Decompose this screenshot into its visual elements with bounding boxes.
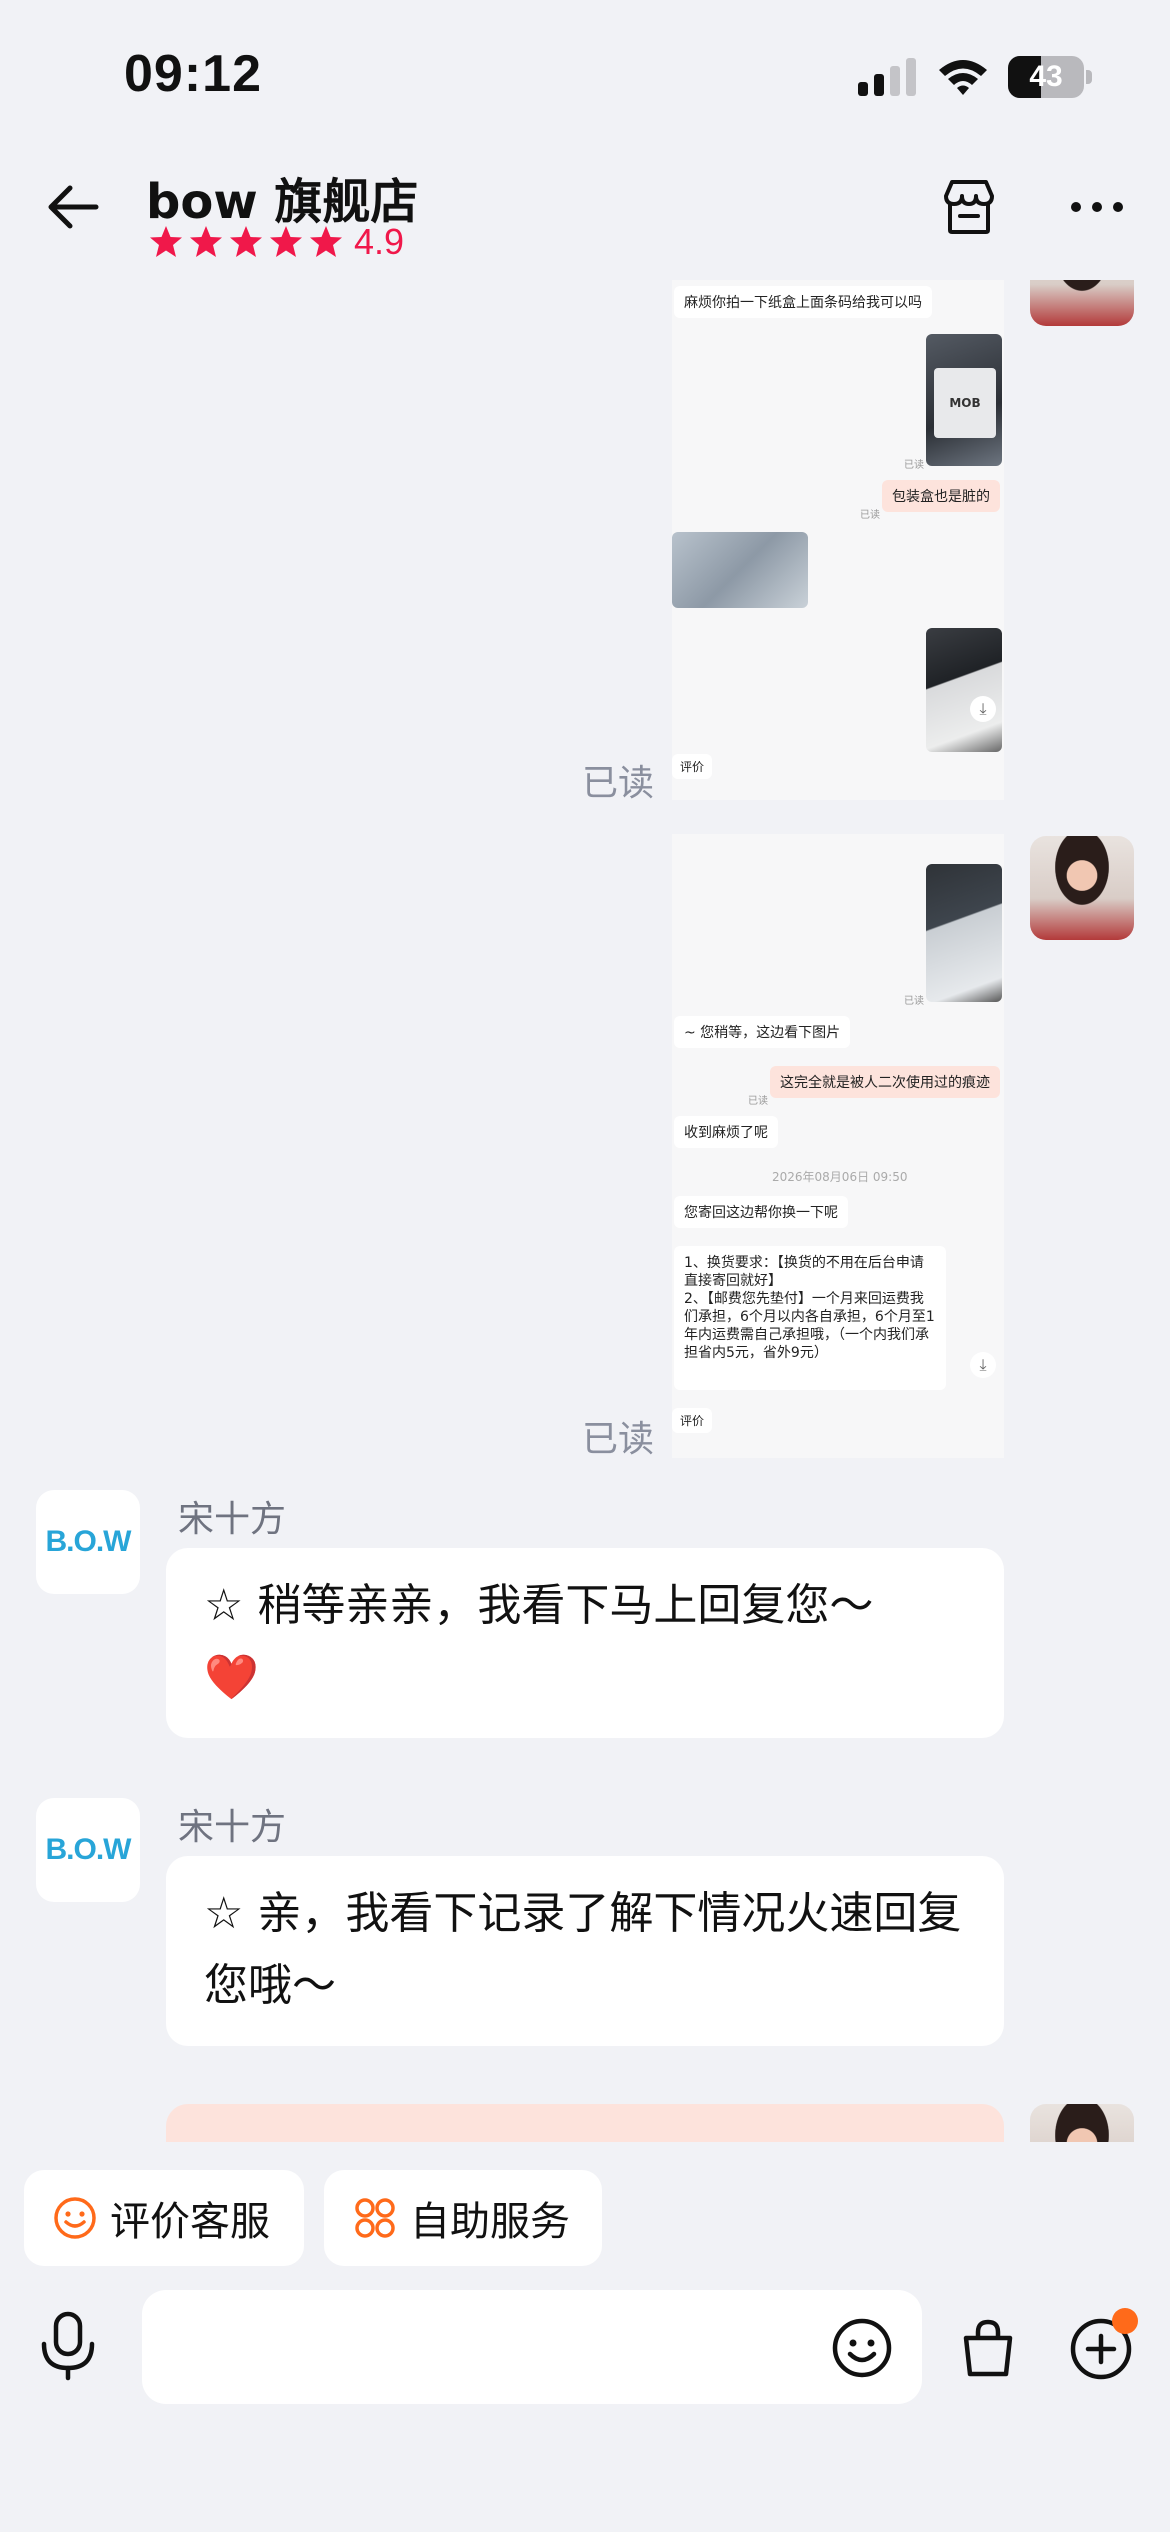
star-icon bbox=[310, 226, 342, 257]
screenshot-bubble: ~ 您稍等，这边看下图片 bbox=[674, 1016, 851, 1048]
star-icon bbox=[190, 226, 222, 257]
read-status: 已读 bbox=[582, 763, 655, 804]
battery-indicator: 43 bbox=[1008, 56, 1092, 98]
back-arrow-icon[interactable] bbox=[40, 174, 106, 240]
message-input-container bbox=[142, 2290, 922, 2404]
screenshot-bubble: 麻烦你拍一下纸盒上面条码给我可以吗 bbox=[674, 286, 932, 318]
user-avatar[interactable] bbox=[1030, 2104, 1134, 2142]
quick-action-label: 评价客服 bbox=[110, 2199, 270, 2245]
chat-message-list[interactable]: 麻烦你拍一下纸盒上面条码给我可以吗 MOB 已读 包装盒也是脏的 已读 ⤓ 评价… bbox=[0, 280, 1170, 2142]
screenshot-photo bbox=[926, 628, 1002, 752]
screenshot-photo: MOB bbox=[926, 334, 1002, 466]
chat-screenshot-image[interactable]: 已读 ~ 您稍等，这边看下图片 这完全就是被人二次使用过的痕迹 已读 收到麻烦了… bbox=[672, 834, 1004, 1458]
cellular-signal-icon bbox=[858, 58, 916, 96]
grid-flower-icon bbox=[355, 2198, 395, 2238]
screenshot-bubble: 收到麻烦了呢 bbox=[674, 1116, 778, 1148]
screenshot-long-bubble: 1、换货要求：【换货的不用在后台申请直接寄回就好】 2、【邮费您先垫付】一个月来… bbox=[674, 1246, 946, 1390]
shop-rating: 4.9 bbox=[148, 220, 404, 264]
screenshot-bubble: 评价 bbox=[672, 1408, 713, 1433]
star-icon bbox=[230, 226, 262, 257]
star-icon bbox=[270, 226, 302, 257]
message-bubble[interactable]: ☆ 稍等亲亲，我看下马上回复您～ ❤️ bbox=[166, 1548, 1004, 1738]
store-icon[interactable] bbox=[938, 176, 1000, 238]
user-avatar[interactable] bbox=[1030, 836, 1134, 940]
merchant-avatar[interactable]: B.O.W bbox=[36, 1490, 140, 1594]
smile-icon bbox=[54, 2197, 96, 2239]
microphone-icon[interactable] bbox=[36, 2310, 100, 2382]
message-text: ☆ 亲，我看下记录了解下情况火速回复您哦～ bbox=[204, 1888, 962, 2011]
download-icon: ⤓ bbox=[970, 696, 996, 722]
sender-name: 宋十方 bbox=[178, 1499, 287, 1540]
status-time: 09:12 bbox=[124, 45, 262, 103]
battery-level: 43 bbox=[1029, 60, 1063, 93]
user-avatar[interactable] bbox=[1030, 280, 1134, 326]
sender-name: 宋十方 bbox=[178, 1807, 287, 1848]
star-icon bbox=[150, 226, 182, 257]
quick-action-self-service[interactable]: 自助服务 bbox=[324, 2170, 602, 2266]
quick-action-label: 自助服务 bbox=[410, 2199, 570, 2245]
message-text: ☆ 稍等亲亲，我看下马上回复您～ bbox=[204, 1580, 874, 1631]
read-status: 已读 bbox=[582, 1419, 655, 1460]
wifi-icon bbox=[939, 60, 987, 95]
more-options-icon[interactable] bbox=[1066, 176, 1128, 238]
message-bubble[interactable]: ☆ 亲，我看下记录了解下情况火速回复您哦～ bbox=[166, 1856, 1004, 2046]
rating-stars bbox=[148, 224, 344, 260]
chat-header: bow 旗舰店 4.9 bbox=[0, 150, 1170, 280]
merchant-avatar[interactable]: B.O.W bbox=[36, 1798, 140, 1902]
screenshot-photo bbox=[672, 532, 808, 608]
status-bar: 09:12 43 bbox=[0, 0, 1170, 150]
message-bubble[interactable] bbox=[166, 2104, 1004, 2142]
chat-screenshot-image[interactable]: 麻烦你拍一下纸盒上面条码给我可以吗 MOB 已读 包装盒也是脏的 已读 ⤓ 评价 bbox=[672, 280, 1004, 800]
message-input[interactable] bbox=[142, 2290, 792, 2404]
rating-value: 4.9 bbox=[354, 221, 405, 262]
screenshot-bubble: 包装盒也是脏的 bbox=[882, 480, 1000, 512]
notification-dot bbox=[1112, 2308, 1138, 2334]
shopping-bag-icon[interactable] bbox=[956, 2316, 1020, 2380]
screenshot-bubble: 评价 bbox=[672, 754, 713, 779]
download-icon: ⤓ bbox=[970, 1352, 996, 1378]
screenshot-photo bbox=[926, 864, 1002, 1002]
emoji-icon[interactable] bbox=[830, 2316, 894, 2380]
heart-emoji: ❤️ bbox=[204, 1652, 259, 1703]
screenshot-bubble: 这完全就是被人二次使用过的痕迹 bbox=[770, 1066, 1000, 1098]
quick-action-rate-service[interactable]: 评价客服 bbox=[24, 2170, 304, 2266]
screenshot-bubble: 您寄回这边帮你换一下呢 bbox=[674, 1196, 848, 1228]
